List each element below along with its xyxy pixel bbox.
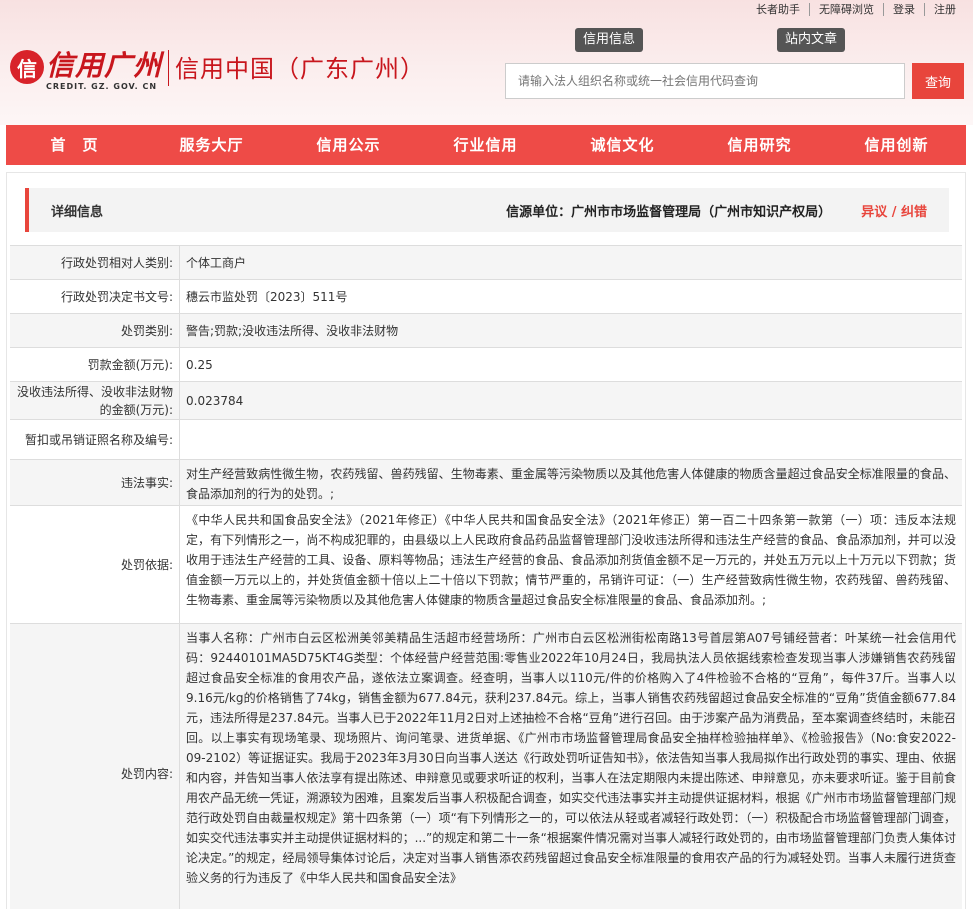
- detail-header: 详细信息 信源单位：广州市市场监督管理局（广州市知识产权局） 异议 / 纠错: [25, 188, 949, 232]
- credit-info-tab[interactable]: 信用信息: [575, 28, 644, 52]
- row-value: [180, 420, 962, 459]
- table-row: 行政处罚决定书文号: 穗云市监处罚〔2023〕511号: [10, 280, 962, 314]
- row-label: 行政处罚决定书文号:: [10, 280, 180, 313]
- row-label: 行政处罚相对人类别:: [10, 246, 180, 279]
- table-row: 行政处罚相对人类别: 个体工商户: [10, 246, 962, 280]
- row-value: 个体工商户: [186, 255, 247, 270]
- table-row: 处罚类别: 警告;罚款;没收违法所得、没收非法财物: [10, 314, 962, 348]
- row-value: 《中华人民共和国食品安全法》（2021年修正）《中华人民共和国食品安全法》（20…: [186, 513, 956, 607]
- search-input[interactable]: [505, 63, 905, 99]
- nav-credit-publicity[interactable]: 信用公示: [280, 125, 417, 165]
- elder-assistant-link[interactable]: 长者助手: [747, 3, 809, 16]
- detail-title: 详细信息: [51, 204, 104, 220]
- detail-table: 行政处罚相对人类别: 个体工商户 行政处罚决定书文号: 穗云市监处罚〔2023〕…: [10, 245, 962, 909]
- login-link[interactable]: 登录: [883, 3, 924, 16]
- site-title: 信用中国（广东广州）: [175, 55, 426, 83]
- nav-credit-innovation[interactable]: 信用创新: [828, 125, 965, 165]
- search-button[interactable]: 查询: [912, 63, 964, 99]
- row-label: 罚款金额(万元):: [10, 348, 180, 381]
- row-label: 暂扣或吊销证照名称及编号:: [10, 420, 180, 459]
- logo-text: 信用广州 CREDIT. GZ. GOV. CN: [46, 49, 163, 92]
- site-article-tab[interactable]: 站内文章: [777, 28, 846, 52]
- accessibility-link[interactable]: 无障碍浏览: [809, 3, 883, 16]
- table-row: 暂扣或吊销证照名称及编号:: [10, 420, 962, 460]
- nav-home[interactable]: 首 页: [6, 125, 143, 165]
- row-label: 违法事实:: [10, 460, 180, 505]
- top-links: 长者助手 无障碍浏览 登录 注册: [747, 3, 965, 16]
- row-label: 处罚类别:: [10, 314, 180, 347]
- logo-divider: [168, 50, 170, 86]
- table-row: 违法事实: 对生产经营致病性微生物，农药残留、兽药残留、生物毒素、重金属等污染物…: [10, 460, 962, 506]
- logo-cn-text: 信用广州: [46, 49, 163, 82]
- source-unit: 信源单位：广州市市场监督管理局（广州市知识产权局）: [506, 204, 832, 220]
- nav-service-hall[interactable]: 服务大厅: [143, 125, 280, 165]
- table-row: 罚款金额(万元): 0.25: [10, 348, 962, 382]
- row-label: 没收违法所得、没收非法财物的金额(万元):: [10, 382, 180, 419]
- row-value: 对生产经营致病性微生物，农药残留、兽药残留、生物毒素、重金属等污染物质以及其他危…: [186, 467, 956, 501]
- table-row: 没收违法所得、没收非法财物的金额(万元): 0.023784: [10, 382, 962, 420]
- nav-industry-credit[interactable]: 行业信用: [417, 125, 554, 165]
- table-row: 处罚依据: 《中华人民共和国食品安全法》（2021年修正）《中华人民共和国食品安…: [10, 506, 962, 624]
- register-link[interactable]: 注册: [924, 3, 965, 16]
- table-row: 处罚内容: 当事人名称：广州市白云区松洲美邻美精品生活超市经营场所：广州市白云区…: [10, 624, 962, 909]
- row-value: 警告;罚款;没收违法所得、没收非法财物: [186, 323, 399, 338]
- logo-en-text: CREDIT. GZ. GOV. CN: [46, 82, 158, 91]
- row-label: 处罚内容:: [10, 624, 180, 909]
- logo-mark-icon: 信: [10, 50, 44, 84]
- site-logo[interactable]: 信 信用广州 CREDIT. GZ. GOV. CN 信用中国（广东广州）: [10, 50, 425, 91]
- row-label: 处罚依据:: [10, 506, 180, 623]
- row-value: 当事人名称：广州市白云区松洲美邻美精品生活超市经营场所：广州市白云区松洲街松南路…: [186, 631, 956, 885]
- nav-credit-research[interactable]: 信用研究: [691, 125, 828, 165]
- objection-link[interactable]: 异议 / 纠错: [861, 201, 927, 220]
- row-value: 0.023784: [186, 393, 244, 408]
- main-nav: 首 页 服务大厅 信用公示 行业信用 诚信文化 信用研究 信用创新: [6, 125, 966, 165]
- detail-panel: 详细信息 信源单位：广州市市场监督管理局（广州市知识产权局） 异议 / 纠错 行…: [6, 172, 966, 909]
- nav-integrity-culture[interactable]: 诚信文化: [554, 125, 691, 165]
- row-value: 穗云市监处罚〔2023〕511号: [186, 289, 348, 304]
- row-value: 0.25: [186, 357, 213, 372]
